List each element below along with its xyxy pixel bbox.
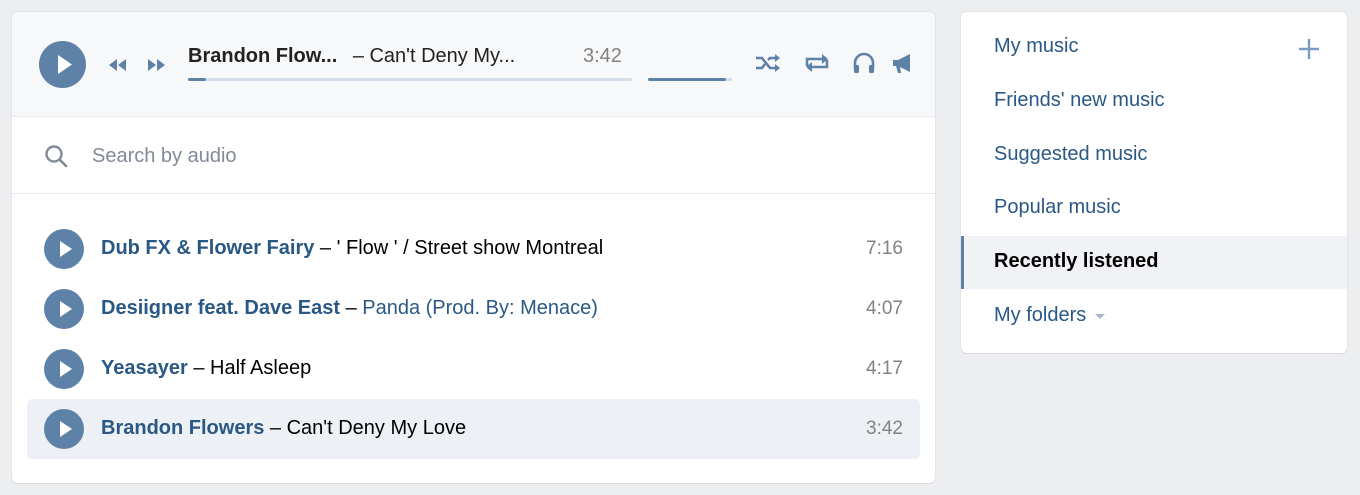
track-play-button[interactable]: [44, 409, 84, 449]
previous-track-button[interactable]: [107, 57, 129, 73]
search-input[interactable]: [92, 138, 892, 174]
track-row[interactable]: Brandon Flowers – Can't Deny My Love 3:42: [27, 399, 920, 459]
broadcast-button[interactable]: [890, 52, 914, 74]
menu-item-label: Recently listened: [994, 250, 1159, 272]
track-list: Dub FX & Flower Fairy – ' Flow ' / Stree…: [27, 219, 920, 459]
headphones-button[interactable]: [852, 52, 876, 74]
track-separator: –: [319, 237, 332, 259]
now-playing-time: 3:42: [583, 45, 622, 67]
track-artist[interactable]: Brandon Flowers: [101, 417, 264, 439]
audio-panel: Brandon Flow... – Can't Deny My... 3:42: [12, 12, 935, 483]
track-separator: –: [193, 357, 205, 379]
menu-item-label: My music: [994, 35, 1079, 57]
track-text: Desiigner feat. Dave East – Panda (Prod.…: [101, 297, 598, 320]
menu-item-label: Suggested music: [994, 143, 1148, 165]
repeat-button[interactable]: [802, 52, 832, 74]
play-icon: [60, 241, 72, 257]
now-playing-title: Brandon Flow... – Can't Deny My...: [188, 45, 515, 68]
track-separator: –: [345, 297, 357, 319]
track-title[interactable]: Panda (Prod. By: Menace): [362, 297, 598, 319]
now-playing-song: – Can't Deny My...: [352, 45, 516, 67]
menu-item-recently-listened[interactable]: Recently listened: [961, 236, 1347, 289]
track-duration: 3:42: [866, 418, 903, 439]
play-icon: [60, 421, 72, 437]
menu-item-label: My folders: [994, 304, 1106, 327]
headphones-icon: [853, 52, 875, 73]
megaphone-icon: [893, 54, 910, 73]
menu-item-suggested-music[interactable]: Suggested music: [961, 129, 1347, 182]
track-artist[interactable]: Dub FX & Flower Fairy: [101, 237, 314, 259]
menu-item-my-music[interactable]: My music: [961, 21, 1347, 74]
shuffle-button[interactable]: [754, 52, 782, 74]
track-title: Half Asleep: [210, 357, 312, 379]
now-playing-artist: Brandon Flow...: [188, 45, 338, 67]
track-text: Dub FX & Flower Fairy – ' Flow ' / Stree…: [101, 237, 603, 260]
menu-item-label: Friends' new music: [994, 89, 1165, 111]
music-menu: My music Friends' new music Suggested mu…: [961, 12, 1347, 353]
track-row[interactable]: Yeasayer – Half Asleep 4:17: [27, 339, 920, 399]
selected-marker: [961, 236, 964, 289]
track-title: ' Flow ' / Street show Montreal: [336, 237, 604, 259]
plus-icon: [1299, 39, 1319, 59]
track-play-button[interactable]: [44, 349, 84, 389]
track-row[interactable]: Dub FX & Flower Fairy – ' Flow ' / Stree…: [27, 219, 920, 279]
track-duration: 4:07: [866, 298, 903, 319]
play-icon: [60, 301, 72, 317]
track-title: Can't Deny My Love: [286, 417, 467, 439]
track-separator: –: [269, 417, 282, 439]
play-icon: [60, 361, 72, 377]
audio-player: Brandon Flow... – Can't Deny My... 3:42: [12, 12, 935, 117]
play-icon: [58, 55, 72, 74]
track-play-button[interactable]: [44, 229, 84, 269]
track-duration: 4:17: [866, 358, 903, 379]
next-track-button[interactable]: [146, 57, 168, 73]
track-duration: 7:16: [866, 238, 903, 259]
menu-item-my-folders[interactable]: My folders: [961, 290, 1347, 343]
shuffle-icon: [756, 54, 780, 72]
volume-slider[interactable]: [648, 78, 732, 81]
player-play-button[interactable]: [39, 41, 86, 88]
repeat-icon: [805, 54, 829, 72]
track-artist[interactable]: Yeasayer: [101, 357, 188, 379]
my-folders-label: My folders: [994, 304, 1087, 326]
volume-fill: [648, 78, 727, 81]
audio-search-bar: [12, 118, 935, 194]
track-play-button[interactable]: [44, 289, 84, 329]
rewind-icon: [109, 59, 126, 71]
menu-item-label: Popular music: [994, 196, 1121, 218]
progress-fill: [188, 78, 206, 81]
search-icon: [44, 144, 70, 175]
menu-item-popular-music[interactable]: Popular music: [961, 182, 1347, 235]
fast-forward-icon: [148, 59, 165, 71]
progress-bar[interactable]: [188, 78, 632, 81]
track-row[interactable]: Desiigner feat. Dave East – Panda (Prod.…: [27, 279, 920, 339]
track-text: Yeasayer – Half Asleep: [101, 357, 311, 380]
track-artist[interactable]: Desiigner feat. Dave East: [101, 297, 340, 319]
chevron-down-icon: [1094, 304, 1106, 327]
track-text: Brandon Flowers – Can't Deny My Love: [101, 417, 466, 440]
menu-item-friends-new-music[interactable]: Friends' new music: [961, 75, 1347, 128]
add-music-button[interactable]: [1298, 38, 1320, 65]
